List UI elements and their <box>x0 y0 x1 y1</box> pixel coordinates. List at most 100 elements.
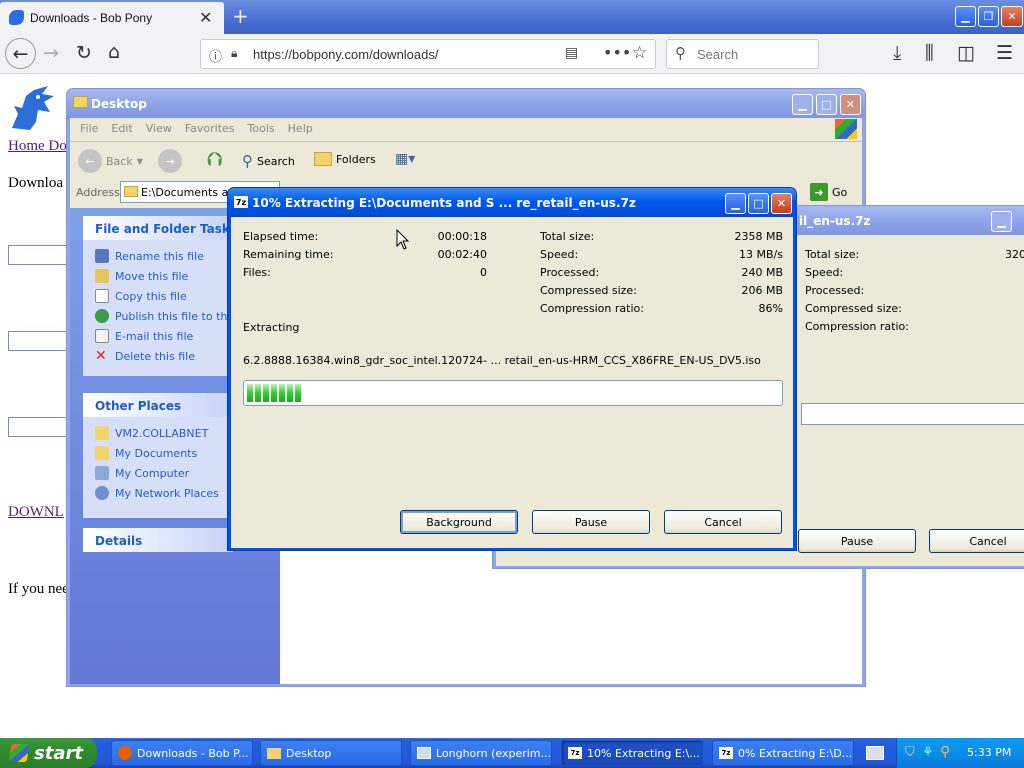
menu-help[interactable]: Help <box>288 122 313 135</box>
sidebar-icon[interactable]: ◫ <box>957 42 975 64</box>
place-my-network[interactable]: My Network Places <box>95 483 219 503</box>
place-my-documents[interactable]: My Documents <box>95 443 219 463</box>
downloads-icon[interactable]: ⤓ <box>893 42 901 64</box>
search-icon: ⚲ <box>675 44 686 62</box>
url-text[interactable]: https://bobpony.com/downloads/ <box>253 47 439 62</box>
menu-file[interactable]: File <box>80 122 98 135</box>
start-button[interactable]: start <box>0 738 97 768</box>
task-label: E-mail this file <box>115 329 194 343</box>
cancel-button[interactable]: Cancel <box>664 510 782 534</box>
dialog-minimize-button[interactable]: ▁ <box>725 193 746 214</box>
back-button-explorer[interactable]: ← Back ▼ <box>78 149 143 173</box>
taskbar-item-firefox[interactable]: Downloads - Bob P... <box>111 740 253 766</box>
dialog-maximize-button[interactable]: □ <box>748 193 769 214</box>
taskbar: start Downloads - Bob P... Desktop Longh… <box>0 738 1024 768</box>
place-vm2[interactable]: VM2.COLLABNET <box>95 423 219 443</box>
page-input-1[interactable] <box>8 245 72 265</box>
menu-icon[interactable]: ☰ <box>996 42 1013 64</box>
secondary-minimize-button[interactable]: ▁ <box>991 211 1012 232</box>
taskbar-item-label: 10% Extracting E:\... <box>587 746 700 760</box>
security-shield-icon[interactable]: ⛉ <box>905 745 915 760</box>
magnifier-icon: ⚲ <box>242 152 253 170</box>
task-move[interactable]: Move this file <box>95 266 249 286</box>
taskbar-item-extract-0[interactable]: 7z 0% Extracting E:\D... <box>712 740 854 766</box>
secondary-cancel-button[interactable]: Cancel <box>929 529 1024 553</box>
info-icon[interactable]: ⓘ <box>209 46 222 65</box>
search-box[interactable]: ⚲ Search <box>666 39 819 69</box>
folders-button[interactable]: Folders <box>314 152 376 166</box>
extract-dialog-titlebar[interactable]: 7z 10% Extracting E:\Documents and S ...… <box>228 188 796 218</box>
task-publish[interactable]: Publish this file to the W <box>95 306 249 326</box>
places-list: VM2.COLLABNET My Documents My Computer M… <box>95 423 219 503</box>
page-actions-icon[interactable]: ••• <box>603 43 631 62</box>
library-icon[interactable]: ⫼ <box>925 42 934 64</box>
place-my-computer[interactable]: My Computer <box>95 463 219 483</box>
taskbar-item-extract-10[interactable]: 7z 10% Extracting E:\... <box>561 740 703 766</box>
clock[interactable]: 5:33 PM <box>967 746 1011 759</box>
close-button[interactable]: ✕ <box>1001 6 1023 27</box>
explorer-titlebar[interactable]: Desktop ▁ □ ✕ <box>67 89 865 119</box>
explorer-title: Desktop <box>91 97 147 111</box>
compressed-size-value: 206 MB <box>741 284 783 297</box>
taskbar-item-longhorn[interactable]: Longhorn (experim... <box>410 740 552 766</box>
page-input-3[interactable] <box>8 417 72 437</box>
dialog-close-button[interactable]: ✕ <box>771 193 792 214</box>
menu-tools[interactable]: Tools <box>248 122 275 135</box>
computer-icon <box>95 466 109 480</box>
tab-close-icon[interactable]: ✕ <box>199 8 212 27</box>
7zip-app-icon: 7z <box>234 196 248 208</box>
search-tray-icon[interactable]: ⚲ <box>940 744 950 760</box>
menu-view[interactable]: View <box>146 122 172 135</box>
task-rename[interactable]: Rename this file <box>95 246 249 266</box>
page-input-2[interactable] <box>8 331 72 351</box>
minimize-button[interactable]: ▁ <box>955 6 976 27</box>
network-tray-icon[interactable]: ⚘ <box>922 745 934 760</box>
lock-icon: 🔒︎ <box>231 46 238 60</box>
home-icon[interactable]: ⌂ <box>108 41 120 63</box>
secondary-total-size-label: Total size: <box>805 248 860 261</box>
taskbar-item-label: Downloads - Bob P... <box>137 746 249 760</box>
forward-arrow-icon[interactable]: → <box>158 149 182 173</box>
back-button[interactable]: ← <box>5 38 36 69</box>
menu-favorites[interactable]: Favorites <box>185 122 235 135</box>
reader-view-icon[interactable]: ▤ <box>565 45 578 61</box>
url-bar[interactable]: ⓘ 🔒︎ https://bobpony.com/downloads/ ▤ ••… <box>200 39 656 69</box>
secondary-speed-label: Speed: <box>805 266 844 279</box>
up-folder-icon[interactable]: ⮉ <box>207 147 222 171</box>
task-copy[interactable]: Copy this file <box>95 286 249 306</box>
browser-tab[interactable]: Downloads - Bob Pony ✕ <box>0 2 224 34</box>
extract-status: Extracting <box>243 321 300 334</box>
bookmark-star-icon[interactable]: ☆ <box>632 43 647 63</box>
remaining-time-label: Remaining time: <box>243 248 334 261</box>
menu-edit[interactable]: Edit <box>111 122 132 135</box>
file-tasks-header[interactable]: File and Folder Tasks <box>83 216 237 240</box>
details-header[interactable]: Details <box>83 528 233 552</box>
page-nav-links[interactable]: Home Do <box>8 138 67 155</box>
browser-navbar: ← → ↻ ⌂ ⓘ 🔒︎ https://bobpony.com/downloa… <box>0 34 1024 74</box>
explorer-minimize-button[interactable]: ▁ <box>792 94 813 115</box>
documents-folder-icon <box>95 446 109 460</box>
go-button[interactable]: ➜ Go <box>810 183 847 201</box>
restore-button[interactable]: ❐ <box>978 6 999 27</box>
cancel-label: Cancel <box>704 515 742 529</box>
secondary-pause-button[interactable]: Pause <box>798 529 916 553</box>
task-delete[interactable]: ✕ Delete this file <box>95 346 249 366</box>
folders-label: Folders <box>336 152 376 166</box>
pause-button[interactable]: Pause <box>532 510 650 534</box>
background-button[interactable]: Background <box>400 510 518 534</box>
explorer-maximize-button[interactable]: □ <box>816 94 837 115</box>
search-button-explorer[interactable]: ⚲ Search <box>242 152 295 170</box>
forward-icon[interactable]: → <box>43 42 59 64</box>
keyboard-icon[interactable] <box>866 746 884 760</box>
reload-icon[interactable]: ↻ <box>76 42 92 64</box>
task-email[interactable]: E-mail this file <box>95 326 249 346</box>
taskbar-item-desktop[interactable]: Desktop <box>260 740 402 766</box>
new-tab-icon[interactable]: + <box>232 4 249 28</box>
progress-segment <box>263 384 269 402</box>
explorer-close-button[interactable]: ✕ <box>840 94 861 115</box>
other-places-title: Other Places <box>95 399 182 413</box>
network-icon <box>95 486 109 500</box>
other-places-header[interactable]: Other Places <box>83 393 233 417</box>
page-download-heading[interactable]: DOWNL <box>8 504 64 521</box>
views-icon[interactable]: ▦▾ <box>395 151 415 167</box>
